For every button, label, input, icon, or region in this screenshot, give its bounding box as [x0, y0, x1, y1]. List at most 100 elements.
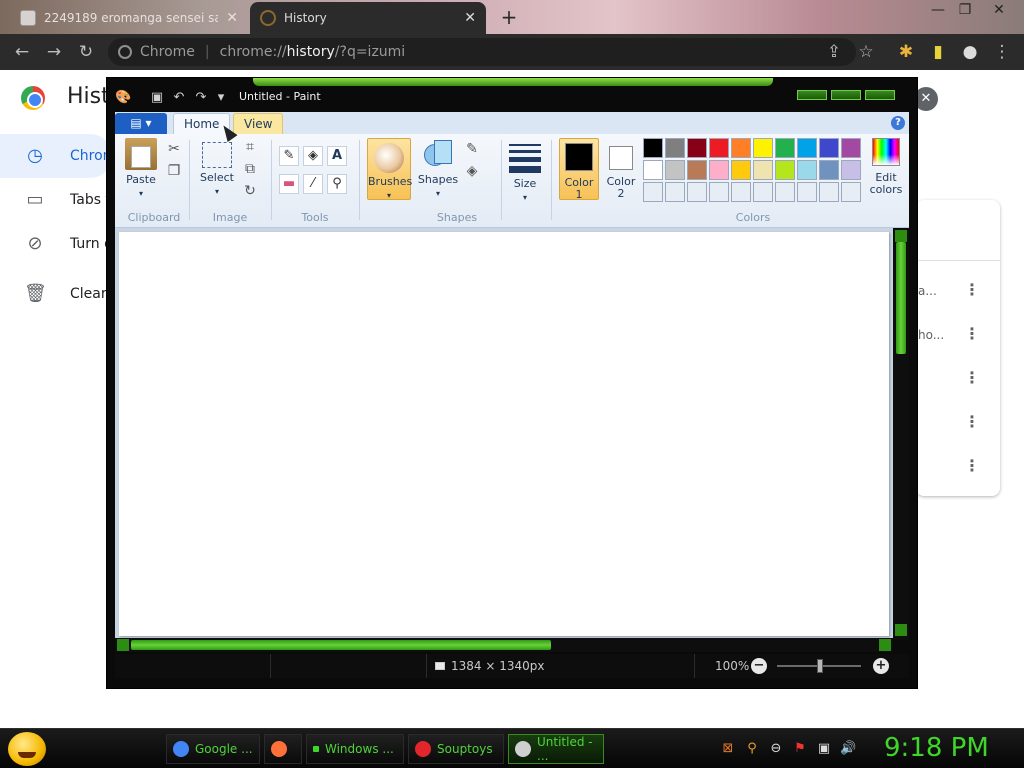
palette-swatch[interactable]	[841, 182, 861, 202]
paste-button[interactable]: Paste ▾	[121, 138, 161, 199]
palette-swatch[interactable]	[687, 160, 707, 180]
file-menu-button[interactable]: ▤ ▾	[115, 113, 167, 134]
zoom-slider[interactable]	[777, 659, 861, 673]
browser-tab-sagiri[interactable]: 2249189 eromanga sensei sagiri ✕	[10, 2, 248, 34]
share-icon[interactable]: ⇪	[824, 42, 844, 62]
history-row[interactable]: ho... ⋮	[916, 314, 1000, 358]
zoom-slider-knob[interactable]	[817, 659, 823, 673]
more-actions-icon[interactable]: ⋮	[964, 368, 980, 387]
palette-swatch[interactable]	[775, 138, 795, 158]
palette-swatch[interactable]	[797, 138, 817, 158]
history-row[interactable]: ⋮	[916, 358, 1000, 402]
chrome-menu-icon[interactable]: ⋮	[992, 42, 1012, 62]
save-icon[interactable]: ▣	[149, 90, 165, 106]
side-panel-icon[interactable]: ▮	[928, 42, 948, 62]
paint-app-icon[interactable]: 🎨	[115, 90, 133, 106]
scroll-right-arrow[interactable]	[879, 639, 891, 651]
rotate-icon[interactable]: ↻	[241, 182, 259, 200]
outline-icon[interactable]: ✎	[463, 140, 481, 158]
palette-swatch[interactable]	[841, 160, 861, 180]
shapes-button[interactable]: Shapes ▾	[417, 138, 459, 199]
help-icon[interactable]: ?	[891, 116, 905, 130]
taskbar-item-souptoys[interactable]: Souptoys	[408, 734, 504, 764]
back-button[interactable]: ←	[12, 42, 32, 62]
palette-swatch[interactable]	[643, 160, 663, 180]
palette-swatch[interactable]	[731, 182, 751, 202]
palette-swatch[interactable]	[687, 138, 707, 158]
pencil-icon[interactable]: ✎	[279, 146, 299, 166]
edit-colors-button[interactable]: Edit colors	[867, 138, 905, 196]
start-button-icon[interactable]	[8, 732, 46, 766]
drawing-canvas[interactable]	[119, 232, 889, 636]
history-row[interactable]: ⋮	[916, 446, 1000, 490]
eraser-icon[interactable]: ▬	[279, 174, 299, 194]
tray-app-icon[interactable]: ⊠	[720, 741, 736, 757]
palette-swatch[interactable]	[643, 182, 663, 202]
palette-swatch[interactable]	[709, 160, 729, 180]
undo-icon[interactable]: ↶	[171, 90, 187, 106]
more-actions-icon[interactable]: ⋮	[964, 324, 980, 343]
palette-swatch[interactable]	[753, 138, 773, 158]
palette-swatch[interactable]	[665, 160, 685, 180]
paint-maximize-button[interactable]	[831, 90, 861, 100]
cut-icon[interactable]: ✂	[165, 140, 183, 158]
palette-swatch[interactable]	[753, 182, 773, 202]
color2-button[interactable]: Color 2	[601, 138, 641, 200]
more-actions-icon[interactable]: ⋮	[964, 412, 980, 431]
profile-avatar-icon[interactable]: ●	[960, 42, 980, 62]
resize-icon[interactable]: ⧉	[241, 160, 259, 178]
sidebar-item-chrome-history[interactable]: ◷ Chron	[24, 145, 111, 167]
sidebar-item-clear-browsing-data[interactable]: 🗑 Clear	[24, 283, 107, 305]
size-button[interactable]: Size ▾	[507, 138, 543, 203]
taskbar-item-firefox[interactable]	[264, 734, 302, 764]
palette-swatch[interactable]	[687, 182, 707, 202]
scroll-up-arrow[interactable]	[895, 230, 907, 242]
palette-swatch[interactable]	[753, 160, 773, 180]
palette-swatch[interactable]	[819, 182, 839, 202]
magnifier-icon[interactable]: ⚲	[327, 174, 347, 194]
history-row[interactable]: a... ⋮	[916, 270, 1000, 314]
fill-bucket-icon[interactable]: ◈	[303, 146, 323, 166]
horizontal-scrollbar[interactable]	[115, 638, 893, 652]
paint-title-bar[interactable]: 🎨 ▣ ↶ ↷ ▾ Untitled - Paint	[107, 88, 917, 110]
color-picker-icon[interactable]: ⁄	[303, 174, 323, 194]
browser-tab-history[interactable]: History ✕	[250, 2, 486, 34]
select-button[interactable]: Select ▾	[197, 138, 237, 197]
vertical-scrollbar[interactable]	[893, 228, 909, 640]
sidebar-item-turn-off-sync[interactable]: ⊘ Turn o	[24, 233, 112, 255]
customize-qat-icon[interactable]: ▾	[213, 90, 229, 106]
palette-swatch[interactable]	[797, 160, 817, 180]
tray-status-icon[interactable]: ⊖	[768, 741, 784, 757]
restore-button[interactable]: ❐	[955, 2, 975, 22]
palette-swatch[interactable]	[665, 182, 685, 202]
action-center-flag-icon[interactable]: ⚑	[792, 741, 808, 757]
copy-icon[interactable]: ❐	[165, 162, 183, 180]
zoom-in-button[interactable]: +	[873, 658, 889, 674]
taskbar-item-windows[interactable]: Windows ...	[306, 734, 404, 764]
fill-icon[interactable]: ◈	[463, 162, 481, 180]
volume-icon[interactable]: 🔊	[840, 741, 856, 757]
tab-close-icon[interactable]: ✕	[464, 10, 476, 26]
palette-swatch[interactable]	[775, 182, 795, 202]
new-tab-button[interactable]: +	[498, 6, 520, 28]
network-icon[interactable]: ▣	[816, 741, 832, 757]
crop-icon[interactable]: ⌗	[241, 138, 259, 156]
palette-swatch[interactable]	[665, 138, 685, 158]
sidebar-item-tabs-from-other-devices[interactable]: ▭ Tabs f	[24, 189, 110, 211]
redo-icon[interactable]: ↷	[193, 90, 209, 106]
palette-swatch[interactable]	[643, 138, 663, 158]
text-tool-icon[interactable]: A	[327, 146, 347, 166]
scroll-left-arrow[interactable]	[117, 639, 129, 651]
tab-close-icon[interactable]: ✕	[226, 10, 238, 26]
vertical-scroll-thumb[interactable]	[896, 242, 906, 354]
clock[interactable]: 9:18 PM	[884, 733, 989, 763]
taskbar-item-chrome[interactable]: Google ...	[166, 734, 260, 764]
more-actions-icon[interactable]: ⋮	[964, 280, 980, 299]
color1-button[interactable]: Color 1	[559, 138, 599, 201]
palette-swatch[interactable]	[709, 138, 729, 158]
scroll-down-arrow[interactable]	[895, 624, 907, 636]
palette-swatch[interactable]	[775, 160, 795, 180]
extensions-icon[interactable]: ✱	[896, 42, 916, 62]
palette-swatch[interactable]	[797, 182, 817, 202]
history-row[interactable]: ⋮	[916, 402, 1000, 446]
